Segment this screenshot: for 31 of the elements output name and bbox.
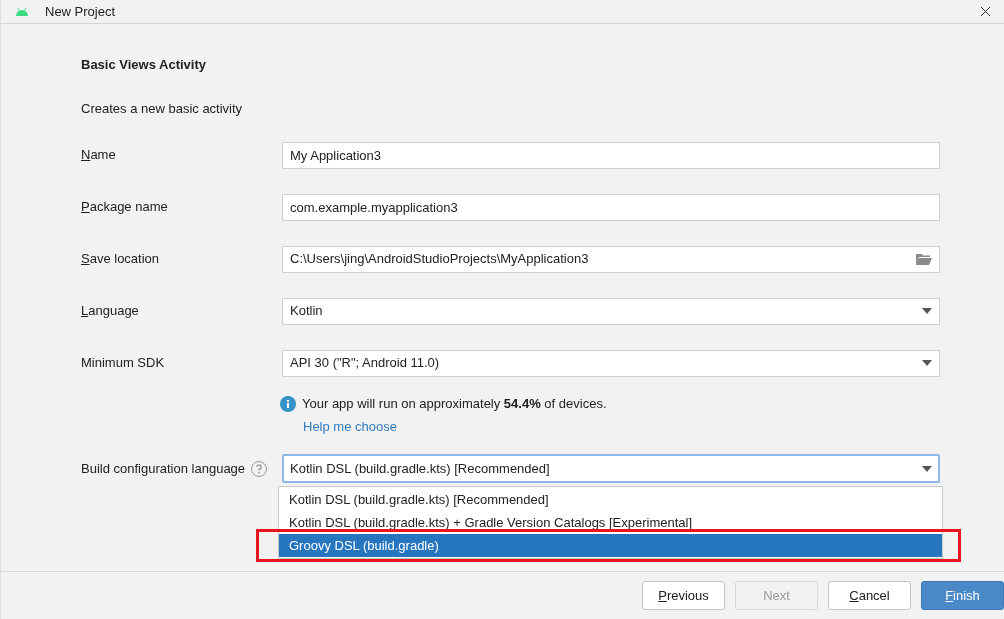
template-title: Basic Views Activity [81,56,207,74]
field-label: Save location [81,250,161,269]
android-icon [15,7,29,16]
info-icon [280,395,296,412]
caret-icon [922,360,932,366]
path-field[interactable]: C:\Users\jing\AndroidStudioProjects\MyApplication3 [282,245,940,273]
caret-icon [922,465,932,472]
info-text: Your app will run on approximately 54.4% of devices. [302,395,607,413]
folder-icon[interactable] [916,253,932,265]
dropdown-option[interactable]: Groovy DSL (build.gradle) [279,534,942,557]
template-description: Creates a new basic activity [81,100,244,118]
dialog-button[interactable]: Previous [642,581,725,610]
field-label: Minimum SDK [81,354,166,373]
dropdown[interactable]: API 30 ("R"; Android 11.0) [282,349,940,377]
dropdown-option[interactable]: Kotlin DSL (build.gradle.kts) [Recommended] [279,488,942,511]
text-field[interactable]: My Application3 [282,141,940,169]
field-label: Name [81,146,117,165]
dialog-button[interactable]: Cancel [828,581,911,610]
dropdown-option[interactable]: Kotlin DSL (build.gradle.kts) + Gradle Version Catalogs [Experimental] [279,511,942,534]
help-link[interactable]: Help me choose [303,416,940,436]
field-label: Build configuration language [81,459,246,478]
help-icon[interactable] [251,460,268,477]
text-field[interactable]: com.example.myapplication3 [282,193,940,221]
primary-button[interactable]: Finish [921,581,1004,610]
dropdown[interactable]: Kotlin [282,297,940,325]
dropdown[interactable]: Kotlin DSL (build.gradle.kts) [Recommended] [282,454,940,483]
caret-icon [922,308,932,314]
close-icon[interactable] [981,7,990,16]
field-label: Language [81,302,140,321]
field-label: Package name [81,198,169,217]
window-title: New Project [45,2,116,21]
